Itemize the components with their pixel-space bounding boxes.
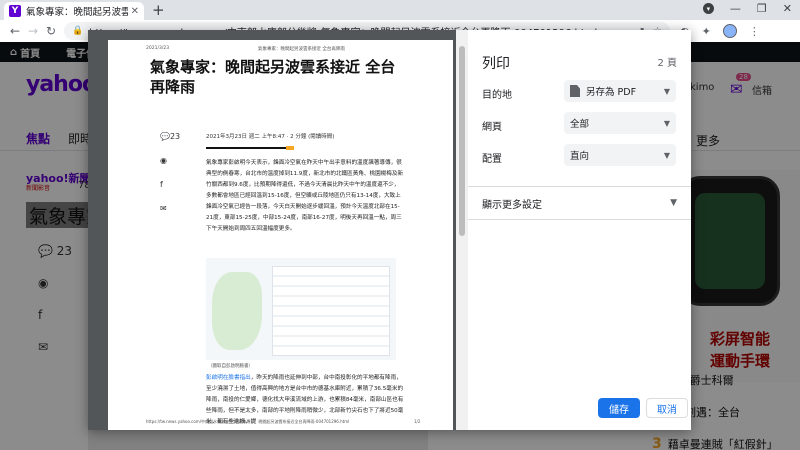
chevron-down-icon: ▼	[663, 118, 670, 128]
window-controls: ▾ — ❐ ✕	[702, 2, 792, 15]
destination-select[interactable]: 另存為 PDF ▼	[564, 80, 676, 102]
chevron-down-icon: ▼	[663, 150, 670, 160]
print-preview-area: 2021/3/23 氣象專家：晚間起另波雲系接近 全台再降雨 氣象專家：晚間起另…	[88, 30, 468, 430]
forward-icon[interactable]: →	[24, 24, 42, 38]
print-dialog: 2021/3/23 氣象專家：晚間起另波雲系接近 全台再降雨 氣象專家：晚間起另…	[88, 30, 691, 430]
menu-icon[interactable]: ⋮	[749, 25, 760, 38]
scroll-thumb[interactable]	[459, 46, 465, 236]
media-control-icon[interactable]: ▾	[702, 3, 714, 14]
more-settings-toggle[interactable]: 顯示更多設定 ▼	[468, 186, 691, 220]
new-tab-icon[interactable]: +	[152, 2, 165, 18]
taiwan-map-image	[212, 272, 262, 350]
browser-tab[interactable]: Y 氣象專家：晚間起另波雲系接近 ✕	[4, 2, 144, 20]
close-window-icon[interactable]: ✕	[783, 2, 792, 15]
lock-icon[interactable]: 🔒	[72, 26, 83, 36]
preview-footer-page: 1/2	[414, 419, 421, 424]
pages-select[interactable]: 全部 ▼	[564, 112, 676, 134]
chevron-down-icon: ▼	[663, 86, 670, 96]
browser-titlebar: Y 氣象專家：晚間起另波雲系接近 ✕ + ▾ — ❐ ✕	[0, 0, 800, 20]
print-title: 列印	[482, 56, 510, 72]
minimize-icon[interactable]: —	[730, 2, 741, 15]
close-tab-icon[interactable]: ✕	[131, 6, 139, 17]
print-settings: 列印 2 頁 目的地 另存為 PDF ▼ 網頁 全部 ▼ 配置 直向 ▼ 顯示更…	[468, 30, 691, 430]
preview-meta: 2021年3月23日 週二 上午8:47 · 2 分鐘 (閱讀時間)	[206, 134, 335, 140]
preview-scrollbar[interactable]	[456, 30, 468, 430]
cancel-button[interactable]: 取消	[646, 398, 688, 418]
puzzle-icon[interactable]: ✦	[702, 25, 711, 38]
preview-bar-accent	[286, 146, 294, 150]
forecast-table-image	[272, 266, 390, 356]
layout-select[interactable]: 直向 ▼	[564, 144, 676, 166]
preview-page: 2021/3/23 氣象專家：晚間起另波雲系接近 全台再降雨 氣象專家：晚間起另…	[108, 40, 453, 430]
tab-title: 氣象專家：晚間起另波雲系接近	[26, 7, 128, 18]
pdf-file-icon	[570, 85, 580, 97]
preview-facebook-icon: f	[160, 180, 163, 189]
destination-label: 目的地	[482, 90, 512, 101]
pages-label: 網頁	[482, 122, 502, 133]
layout-label: 配置	[482, 154, 502, 165]
profile-avatar[interactable]	[722, 24, 737, 38]
preview-comment-icon: 💬23	[160, 132, 181, 141]
save-button[interactable]: 儲存	[598, 398, 640, 418]
yahoo-favicon-icon: Y	[9, 5, 21, 17]
preview-header-title: 氣象專家：晚間起另波雲系接近 全台再降雨	[258, 47, 345, 52]
preview-mail-icon: ✉	[160, 204, 167, 213]
restore-icon[interactable]: ❐	[757, 2, 767, 15]
preview-footer-url: https://tw.news.yahoo.com/中南部水庫部分幾將-氣象專家…	[146, 419, 350, 424]
back-icon[interactable]: ←	[6, 24, 24, 38]
preview-body: 氣象專家彭啟明今天表示，鋒面冷空氣在昨天中午出乎意料的溫度飆著導傳，很典型的側春…	[206, 160, 404, 232]
page-count: 2 頁	[657, 58, 677, 69]
preview-bar	[206, 147, 286, 149]
preview-caption: （圖取自彭啟明臉書）	[208, 364, 253, 369]
preview-header-date: 2021/3/23	[146, 46, 170, 51]
preview-line-icon: ◉	[160, 156, 167, 165]
reload-icon[interactable]: ↻	[42, 24, 60, 38]
chevron-down-icon: ▼	[670, 198, 677, 208]
preview-figure	[206, 258, 396, 360]
preview-title: 氣象專家：晚間起另波雲系接近 全台再降雨	[150, 58, 396, 96]
